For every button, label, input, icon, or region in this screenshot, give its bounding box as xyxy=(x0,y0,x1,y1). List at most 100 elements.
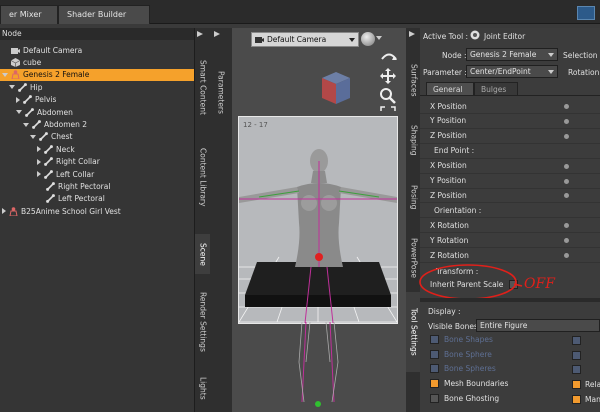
param-slider-row[interactable]: X Rotation xyxy=(420,218,600,234)
param-section-header: Orientation : xyxy=(420,203,600,219)
visible-bones-select[interactable]: Entire Figure xyxy=(476,319,600,332)
expand-arrow-icon[interactable] xyxy=(37,171,41,178)
cube-icon xyxy=(10,58,21,68)
slider-knob-icon[interactable] xyxy=(564,253,569,258)
display-checkbox-label: Bone Spheres xyxy=(444,364,496,374)
scene-node-label: Neck xyxy=(56,144,75,154)
display-checkbox-label: Bone Shapes xyxy=(444,335,493,344)
scene-node-right-pectoral[interactable]: Right Pectoral xyxy=(0,180,194,192)
right-checkbox[interactable] xyxy=(572,336,581,345)
collapse-arrow-icon[interactable] xyxy=(2,72,8,77)
display-checkbox[interactable] xyxy=(430,335,439,344)
display-checkbox[interactable] xyxy=(430,349,439,359)
tab-bulges-label: Bulges xyxy=(481,85,507,94)
tab-lights[interactable]: Lights xyxy=(195,368,211,408)
tab-general[interactable]: General xyxy=(426,82,474,95)
right-check-row xyxy=(572,350,585,360)
param-slider-row[interactable]: Z Rotation xyxy=(420,248,600,263)
draw-style-sphere-icon[interactable] xyxy=(361,32,375,46)
slider-knob-icon[interactable] xyxy=(564,178,569,184)
tab-render-settings[interactable]: Render Settings xyxy=(195,282,211,362)
scene-node-default-camera[interactable]: Default Camera xyxy=(0,44,194,56)
expand-arrow-icon[interactable] xyxy=(2,208,6,215)
tab-shader-builder-label: Shader Builder xyxy=(67,10,127,19)
param-menu-icon[interactable] xyxy=(214,30,220,37)
param-slider-row[interactable]: Z Position xyxy=(420,188,600,204)
expand-arrow-icon[interactable] xyxy=(16,96,20,103)
scene-node-right-collar[interactable]: Right Collar xyxy=(0,156,194,168)
slider-knob-icon[interactable] xyxy=(564,133,569,139)
scene-node-cube[interactable]: cube xyxy=(0,56,194,68)
tab-smart-content[interactable]: Smart Content xyxy=(195,52,211,122)
tab-mixer[interactable]: er Mixer xyxy=(0,5,58,24)
expand-arrow-icon[interactable] xyxy=(37,146,41,153)
param-slider-row[interactable]: Z Position xyxy=(420,129,600,144)
chevron-down-icon xyxy=(349,37,355,42)
scene-node-label: Chest xyxy=(51,132,73,142)
tab-posing-label: Posing xyxy=(409,184,419,210)
display-checkbox[interactable] xyxy=(430,379,439,389)
scene-node-neck[interactable]: Neck xyxy=(0,143,194,155)
param-slider-row[interactable]: Y Rotation xyxy=(420,233,600,249)
param-slider-row[interactable]: X Position xyxy=(420,99,600,114)
node-select[interactable]: Genesis 2 Female xyxy=(466,48,558,61)
camera-icon xyxy=(255,35,264,44)
tab-scene-label: Scene xyxy=(198,242,208,266)
scene-node-hip[interactable]: Hip xyxy=(0,81,194,93)
scene-node-chest[interactable]: Chest xyxy=(0,131,194,143)
display-checkbox[interactable] xyxy=(430,364,439,374)
scene-node-label: Abdomen xyxy=(37,107,73,117)
collapse-arrow-icon[interactable] xyxy=(23,122,29,127)
scene-node-abdomen-2[interactable]: Abdomen 2 xyxy=(0,118,194,130)
bone-icon xyxy=(44,157,53,167)
slider-knob-icon[interactable] xyxy=(564,163,569,169)
camera-select[interactable]: Default Camera xyxy=(251,32,359,47)
param-slider-row[interactable]: Y Position xyxy=(420,114,600,129)
right-panel-menu-icon[interactable] xyxy=(409,30,415,37)
visible-bones-value: Entire Figure xyxy=(480,321,528,330)
orbit-icon[interactable] xyxy=(380,50,398,66)
tab-shaping-label: Shaping xyxy=(409,124,419,156)
right-checkbox[interactable] xyxy=(572,394,581,404)
camera-select-label: Default Camera xyxy=(267,35,327,44)
tab-parameters[interactable]: Parameters xyxy=(213,52,229,132)
slider-knob-icon[interactable] xyxy=(564,104,569,109)
scene-node-pelvis[interactable]: Pelvis xyxy=(0,94,194,106)
param-slider-row[interactable]: X Position xyxy=(420,159,600,174)
rotation-label: Rotation C xyxy=(568,68,600,77)
panel-tab-corner[interactable] xyxy=(577,6,595,20)
tab-content-library[interactable]: Content Library xyxy=(195,132,211,222)
slider-knob-icon[interactable] xyxy=(564,118,569,124)
center-point[interactable] xyxy=(315,253,323,261)
scene-node-abdomen[interactable]: Abdomen xyxy=(0,106,194,118)
tab-bulges[interactable]: Bulges xyxy=(474,82,518,95)
scene-node-genesis-2-female[interactable]: Genesis 2 Female xyxy=(0,68,194,82)
parameter-select[interactable]: Center/EndPoint xyxy=(466,65,558,78)
tab-shader-builder[interactable]: Shader Builder xyxy=(58,5,150,24)
right-check-row xyxy=(572,365,585,375)
view-cube-icon[interactable] xyxy=(318,68,354,108)
zoom-icon[interactable] xyxy=(380,88,396,104)
expand-arrow-icon[interactable] xyxy=(37,158,41,165)
active-tool-label: Active Tool : xyxy=(423,32,469,41)
scene-node-left-pectoral[interactable]: Left Pectoral xyxy=(0,193,194,205)
scene-node-b25anime-school-girl-vest[interactable]: B25Anime School Girl Vest xyxy=(0,205,194,217)
display-checkbox[interactable] xyxy=(430,393,439,403)
collapse-arrow-icon[interactable] xyxy=(16,110,22,115)
tab-scene[interactable]: Scene xyxy=(195,234,211,274)
draw-style-chevron-icon[interactable] xyxy=(376,36,382,40)
display-check-row: Bone Ghosting xyxy=(430,393,499,403)
scene-node-left-collar[interactable]: Left Collar xyxy=(0,168,194,180)
right-checkbox[interactable] xyxy=(572,350,581,360)
pan-icon[interactable] xyxy=(380,68,396,84)
scene-node-label: B25Anime School Girl Vest xyxy=(21,206,121,216)
scene-column-header: Node xyxy=(0,28,194,40)
right-checkbox[interactable] xyxy=(572,380,581,390)
collapse-arrow-icon[interactable] xyxy=(30,134,36,139)
param-section-header: End Point : xyxy=(420,144,600,159)
collapse-arrow-icon[interactable] xyxy=(9,85,15,90)
panel-menu-icon[interactable] xyxy=(197,30,203,37)
right-checkbox[interactable] xyxy=(572,365,581,375)
param-row-label: Y Rotation xyxy=(430,235,469,245)
param-slider-row[interactable]: Y Position xyxy=(420,174,600,189)
